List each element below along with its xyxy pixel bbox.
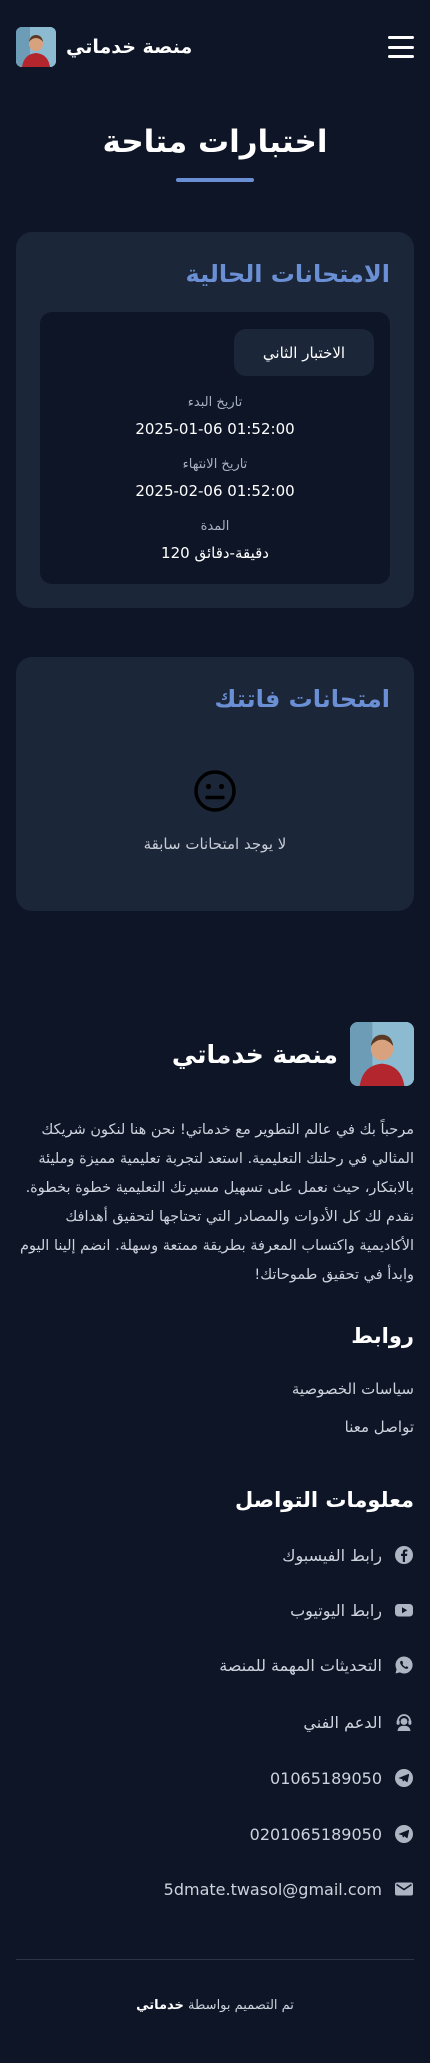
title-underline [176,178,254,182]
privacy-policy-link[interactable]: سياسات الخصوصية [292,1380,414,1398]
contact-label: التحديثات المهمة للمنصة [219,1655,382,1675]
contact-label: الدعم الفني [303,1712,382,1732]
exam-card: الاختبار الثاني تاريخ البدء 2025-01-06 0… [40,312,390,584]
support-link[interactable]: الدعم الفني [303,1712,414,1732]
end-date-value: 2025-02-06 01:52:00 [135,482,295,500]
links-title: روابط [351,1324,414,1348]
start-date-label: تاريخ البدء [187,395,243,410]
page-title: اختبارات متاحة [102,124,328,160]
empty-state: لا يوجد امتحانات سابقة [16,769,414,853]
footer-brand-logo-avatar [350,1022,414,1086]
contact-label: 5dmate.twasol@gmail.com [163,1879,382,1899]
missed-exams-card: امتحانات فاتتك لا يوجد امتحانات سابقة [16,657,414,911]
whatsapp-link[interactable]: التحديثات المهمة للمنصة [219,1655,414,1675]
exam-end-field: تاريخ الانتهاء 2025-02-06 01:52:00 [40,457,390,500]
current-exams-heading: الامتحانات الحالية [185,260,390,288]
contact-us-link[interactable]: تواصل معنا [345,1418,414,1436]
contact-label: 01065189050 [270,1768,382,1788]
footer-brand-name: منصة خدماتي [171,1039,338,1069]
exam-start-field: تاريخ البدء 2025-01-06 01:52:00 [40,395,390,438]
end-date-label: تاريخ الانتهاء [182,457,248,472]
brand-name: منصة خدماتي [66,36,193,58]
facebook-link[interactable]: رابط الفيسبوك [282,1545,414,1565]
missed-exams-heading: امتحانات فاتتك [214,685,390,713]
duration-value: 120 دقيقة-دقائق [161,544,269,562]
contact-label: 0201065189050 [249,1824,382,1844]
header-brand[interactable]: منصة خدماتي [16,27,192,67]
youtube-link[interactable]: رابط اليوتيوب [290,1600,414,1620]
contact-label: رابط اليوتيوب [290,1600,382,1620]
email-icon [395,1882,413,1896]
telegram-phone-link-2[interactable]: 0201065189050 [250,1824,414,1844]
hamburger-menu-icon[interactable] [388,36,414,58]
page-title-section: اختبارات متاحة [0,94,430,182]
exam-duration-field: المدة 120 دقيقة-دقائق [40,519,390,562]
footer-about-text: مرحباً بك في عالم التطوير مع خدماتي! نحن… [20,1122,414,1283]
telegram-icon [395,1825,413,1843]
empty-state-text: لا يوجد امتحانات سابقة [143,835,287,853]
current-exams-card: الامتحانات الحالية الاختبار الثاني تاريخ… [16,232,414,608]
support-agent-icon [396,1714,412,1731]
email-link[interactable]: 5dmate.twasol@gmail.com [164,1879,414,1899]
brand-logo-avatar [16,27,56,67]
neutral-face-icon [194,770,236,812]
contact-info-title: معلومات التواصل [235,1488,414,1512]
credit-prefix: تم التصميم بواسطة [188,1998,294,2013]
telegram-phone-link-1[interactable]: 01065189050 [270,1768,414,1788]
duration-label: المدة [200,519,230,534]
footer-brand: منصة خدماتي [172,1022,414,1086]
youtube-icon [395,1604,413,1617]
footer-divider [16,1959,414,1960]
start-date-value: 2025-01-06 01:52:00 [135,420,295,438]
exam-name-button[interactable]: الاختبار الثاني [234,329,374,376]
credit-name: خدماتي [136,1998,184,2013]
whatsapp-icon [395,1656,413,1674]
facebook-icon [395,1546,413,1564]
top-navbar: منصة خدماتي [0,0,430,94]
contact-label: رابط الفيسبوك [282,1545,382,1565]
telegram-icon [395,1769,413,1787]
design-credit: تم التصميم بواسطة خدماتي [0,1998,430,2013]
